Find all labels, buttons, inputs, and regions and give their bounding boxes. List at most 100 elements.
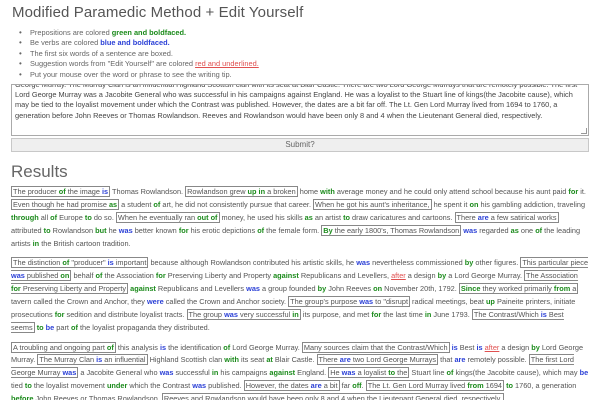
sentence-opening-box: The Murray Clan is an influential — [37, 354, 148, 366]
result-text: he — [106, 225, 119, 235]
sentence-opening-box: The group was very successful in — [186, 308, 301, 320]
result-text: The producer — [13, 187, 59, 196]
instruction-sample: blue and boldfaced. — [100, 38, 170, 48]
be-verb-word: was — [359, 297, 374, 307]
preposition-word: up — [485, 297, 495, 307]
sentence-opening-box: There are two Lord George Murrays — [316, 354, 439, 366]
essay-textarea-text[interactable]: George Murray. The Murray Clan is an inf… — [15, 85, 585, 121]
result-text: remotely possible. — [465, 355, 529, 365]
result-text: the loyalist propaganda they distributed… — [77, 322, 210, 332]
result-text: Even though he had promise — [13, 199, 109, 209]
instruction-sample: red and underlined. — [195, 59, 259, 69]
result-text: However, the dates — [245, 381, 311, 391]
essay-textarea[interactable]: George Murray. The Murray Clan is an inf… — [11, 84, 589, 136]
result-text: He — [330, 368, 342, 378]
result-text: called the Crown and Anchor society. — [163, 297, 289, 307]
sentence-opening-box: The Lt. Gen Lord Murray lived from 1694 — [365, 380, 505, 392]
preposition-word: as — [510, 225, 519, 235]
result-text: art, he did not consistently pursue that… — [160, 199, 314, 209]
result-text: Preserving Liberty and Property — [20, 284, 127, 294]
result-text: the early 1800's, Thomas Rowlandson — [332, 225, 460, 235]
result-text: Many sources claim that the Contrast/Whi… — [303, 342, 448, 352]
result-text: far — [339, 381, 353, 391]
result-text: an artist — [312, 212, 344, 222]
instruction-text: Suggestion words from "Edit Yourself" ar… — [30, 59, 196, 69]
result-text: the British cartoon tradition. — [39, 238, 131, 248]
result-text: The group's purpose — [290, 297, 360, 307]
result-text: because although Rowlandson contributed … — [148, 258, 357, 268]
result-text: The distinction — [13, 258, 63, 268]
result-text: better known — [132, 225, 179, 235]
result-text: a Lord George Murray. — [446, 271, 525, 281]
preposition-word: for — [11, 284, 21, 294]
result-text: The Murray Clan — [39, 355, 97, 365]
result-text: When he eventually ran — [117, 212, 198, 222]
result-text: John Reeves — [326, 284, 374, 294]
preposition-word: on — [373, 284, 383, 294]
result-paragraph: A troubling and ongoing part of this ana… — [11, 341, 589, 400]
suggestion-word[interactable]: after — [391, 271, 406, 280]
result-text: published. — [206, 381, 244, 391]
preposition-word: of — [71, 322, 78, 332]
result-text: a bit — [321, 381, 338, 391]
preposition-word: against — [273, 271, 299, 281]
be-verb-word: was — [341, 368, 356, 378]
result-text: A troubling and ongoing part — [13, 342, 107, 352]
result-text: which the Contrast — [127, 381, 193, 391]
result-text: 1760, a generation — [513, 381, 577, 391]
result-text: Republicans and Levellers, — [298, 271, 392, 281]
preposition-word: with — [320, 187, 335, 196]
result-text: important — [113, 258, 147, 268]
result-text: Stuart line — [409, 368, 447, 378]
preposition-word: to — [84, 212, 92, 222]
result-text: The Contrast/Which — [473, 309, 541, 319]
result-text: other figures. — [473, 258, 521, 268]
result-text: an influential — [102, 355, 146, 365]
preposition-word: for — [568, 187, 579, 196]
result-text: to "disrupt — [373, 297, 408, 307]
result-text: the identification — [166, 342, 224, 352]
result-text: his erotic depictions — [188, 225, 258, 235]
result-text: Rowlandson grew — [187, 187, 248, 196]
resize-handle-icon[interactable] — [581, 128, 587, 134]
result-text: attributed — [11, 225, 44, 235]
result-text: sedition and distribute loyalist tracts. — [64, 309, 187, 319]
be-verb-word: was — [62, 368, 77, 378]
result-text: two Lord George Murrays — [350, 355, 437, 365]
preposition-word: for — [54, 309, 65, 319]
result-text: a design — [405, 271, 438, 281]
preposition-word: to — [36, 322, 44, 332]
preposition-word: with — [224, 355, 239, 365]
result-text: There — [318, 355, 340, 365]
preposition-word: against — [130, 284, 156, 294]
result-text: regarded — [477, 225, 511, 235]
sentence-opening-box: When he got his aunt's inheritance, — [313, 198, 432, 210]
preposition-word: off — [352, 381, 362, 391]
preposition-word: of — [58, 187, 66, 196]
result-text: the image — [65, 187, 103, 196]
be-verb-word: was — [224, 309, 238, 319]
result-text: Preserving Liberty and Property — [165, 271, 274, 281]
be-verb-word: was — [246, 284, 260, 294]
sentence-opening-box: He was a loyalist to the — [328, 367, 410, 379]
result-text: the last time — [381, 309, 425, 319]
suggestion-word[interactable]: after — [485, 343, 500, 352]
be-verb-word: are — [310, 381, 322, 391]
result-text: The Lt. Gen Lord Murray lived — [367, 381, 468, 391]
be-verb-word: was — [192, 381, 207, 391]
result-text: John Reeves or Thomas Rowlandson. — [33, 394, 162, 400]
results-panel: The producer of the image is Thomas Rowl… — [11, 186, 589, 400]
result-text: tied — [11, 381, 25, 391]
preposition-word: as — [108, 199, 118, 209]
result-text: his campaigns — [218, 368, 270, 378]
page-title: Modified Paramedic Method + Edit Yoursel… — [12, 4, 304, 21]
result-text: a Jacobite General who — [78, 368, 160, 378]
sentence-opening-box: The producer of the image is — [11, 186, 111, 197]
preposition-word: for — [371, 309, 382, 319]
result-paragraph: The distinction of "producer" is importa… — [11, 257, 589, 334]
result-text: its purpose, and met — [300, 309, 372, 319]
preposition-word: to — [506, 381, 514, 391]
submit-button[interactable]: Submit? — [11, 138, 589, 152]
instruction-item: Prepositions are colored green and boldf… — [16, 28, 588, 39]
result-text: Rowlandson — [50, 225, 96, 235]
